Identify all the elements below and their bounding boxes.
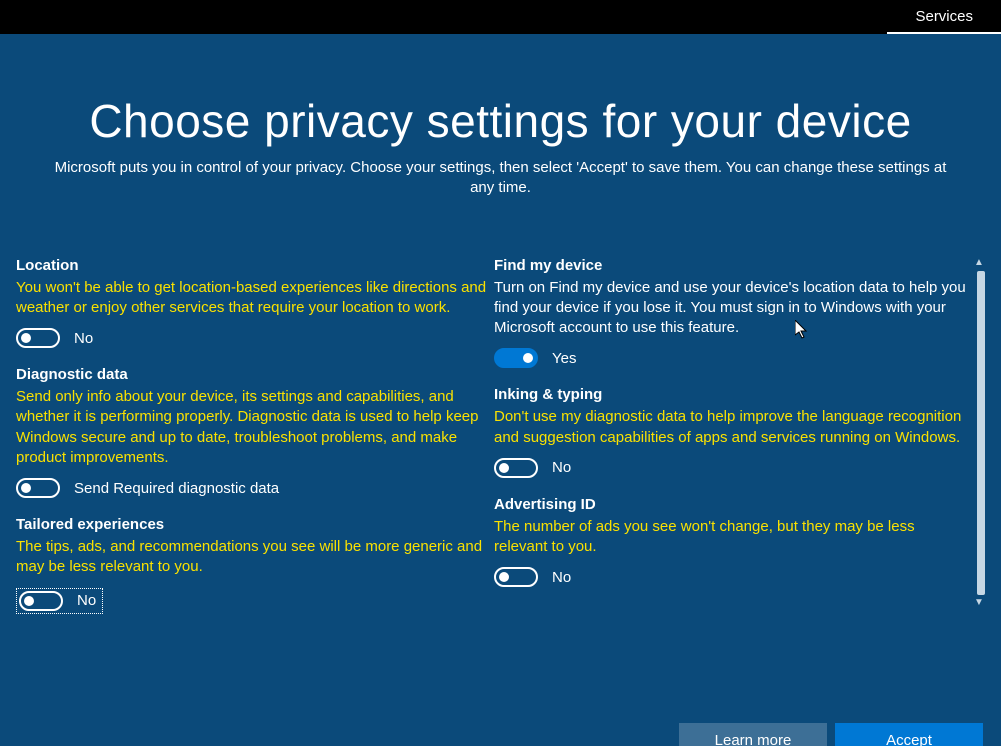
top-tab-bar: Services bbox=[0, 0, 1001, 34]
button-row: Learn more Accept bbox=[679, 723, 983, 746]
settings-col-left: Location You won't be able to get locati… bbox=[16, 257, 494, 634]
setting-diagnostic: Diagnostic data Send only info about you… bbox=[16, 366, 494, 498]
settings-col-right: Find my device Turn on Find my device an… bbox=[494, 257, 972, 634]
setting-desc: The number of ads you see won't change, … bbox=[494, 517, 972, 558]
toggle-label: No bbox=[552, 459, 571, 476]
scroll-up-icon[interactable]: ▲ bbox=[973, 257, 985, 269]
setting-location: Location You won't be able to get locati… bbox=[16, 257, 494, 349]
setting-title: Diagnostic data bbox=[16, 366, 494, 383]
tab-services[interactable]: Services bbox=[887, 0, 1001, 34]
toggle-advertising[interactable] bbox=[494, 567, 538, 587]
toggle-label: No bbox=[552, 569, 571, 586]
toggle-location[interactable] bbox=[16, 328, 60, 348]
setting-desc: Turn on Find my device and use your devi… bbox=[494, 278, 972, 339]
setting-title: Advertising ID bbox=[494, 496, 972, 513]
setting-findmydevice: Find my device Turn on Find my device an… bbox=[494, 257, 972, 369]
setting-inking: Inking & typing Don't use my diagnostic … bbox=[494, 386, 972, 478]
toggle-findmydevice[interactable] bbox=[494, 348, 538, 368]
page-subtitle: Microsoft puts you in control of your pr… bbox=[16, 158, 985, 199]
toggle-tailored[interactable] bbox=[19, 591, 63, 611]
setting-desc: Don't use my diagnostic data to help imp… bbox=[494, 407, 972, 448]
settings-area: Location You won't be able to get locati… bbox=[16, 257, 985, 634]
setting-desc: Send only info about your device, its se… bbox=[16, 387, 494, 468]
setting-tailored: Tailored experiences The tips, ads, and … bbox=[16, 516, 494, 616]
focused-toggle-row: No bbox=[16, 588, 103, 614]
setting-desc: You won't be able to get location-based … bbox=[16, 278, 494, 319]
privacy-page: Choose privacy settings for your device … bbox=[0, 94, 1001, 746]
setting-title: Find my device bbox=[494, 257, 972, 274]
toggle-inking[interactable] bbox=[494, 458, 538, 478]
toggle-label: Send Required diagnostic data bbox=[74, 480, 279, 497]
toggle-label: No bbox=[77, 592, 96, 609]
scroll-down-icon[interactable]: ▼ bbox=[973, 597, 985, 609]
accept-button[interactable]: Accept bbox=[835, 723, 983, 746]
setting-title: Tailored experiences bbox=[16, 516, 494, 533]
settings-scrollbar[interactable]: ▲ ▼ bbox=[973, 257, 985, 609]
toggle-label: No bbox=[74, 330, 93, 347]
scroll-thumb[interactable] bbox=[977, 271, 985, 595]
learn-more-button[interactable]: Learn more bbox=[679, 723, 827, 746]
setting-desc: The tips, ads, and recommendations you s… bbox=[16, 537, 494, 578]
setting-advertising: Advertising ID The number of ads you see… bbox=[494, 496, 972, 588]
page-title: Choose privacy settings for your device bbox=[16, 94, 985, 148]
toggle-label: Yes bbox=[552, 350, 576, 367]
setting-title: Location bbox=[16, 257, 494, 274]
toggle-diagnostic[interactable] bbox=[16, 478, 60, 498]
setting-title: Inking & typing bbox=[494, 386, 972, 403]
